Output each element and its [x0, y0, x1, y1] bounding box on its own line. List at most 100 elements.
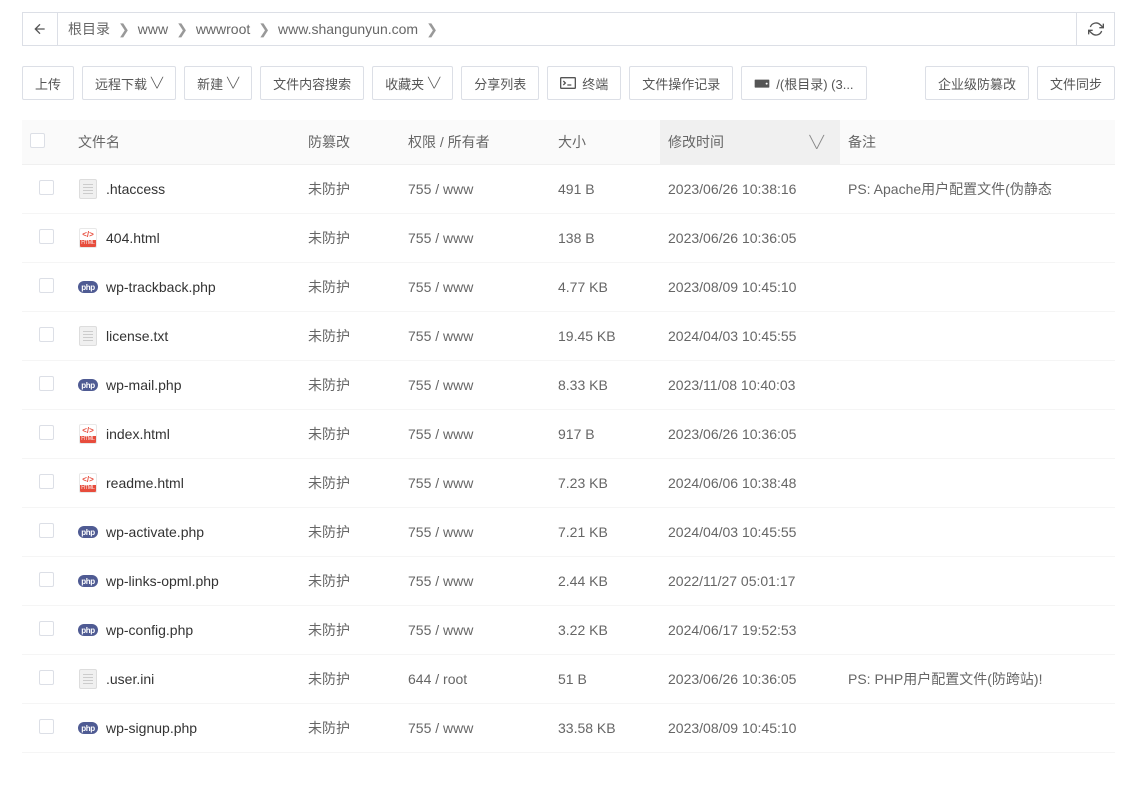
cell-protect[interactable]: 未防护 [300, 361, 400, 410]
cell-perm[interactable]: 755 / www [400, 557, 550, 606]
column-header-perm[interactable]: 权限 / 所有者 [400, 120, 550, 165]
row-checkbox[interactable] [39, 327, 54, 342]
table-row[interactable]: wp-config.php未防护755 / www3.22 KB2024/06/… [22, 606, 1115, 655]
cell-protect[interactable]: 未防护 [300, 263, 400, 312]
favorites-button[interactable]: 收藏夹╲╱ [372, 66, 453, 100]
table-row[interactable]: .user.ini未防护644 / root51 B2023/06/26 10:… [22, 655, 1115, 704]
file-name[interactable]: wp-mail.php [78, 375, 292, 395]
cell-perm[interactable]: 755 / www [400, 165, 550, 214]
cell-protect[interactable]: 未防护 [300, 655, 400, 704]
refresh-button[interactable] [1077, 12, 1115, 46]
cell-perm[interactable]: 755 / www [400, 508, 550, 557]
row-checkbox[interactable] [39, 621, 54, 636]
file-name[interactable]: readme.html [78, 473, 292, 493]
table-row[interactable]: .htaccess未防护755 / www491 B2023/06/26 10:… [22, 165, 1115, 214]
cell-remark[interactable] [840, 263, 1115, 312]
cell-protect[interactable]: 未防护 [300, 410, 400, 459]
file-ops-log-button[interactable]: 文件操作记录 [629, 66, 733, 100]
cell-size: 4.77 KB [550, 263, 660, 312]
column-header-name[interactable]: 文件名 [70, 120, 300, 165]
table-row[interactable]: license.txt未防护755 / www19.45 KB2024/04/0… [22, 312, 1115, 361]
upload-button[interactable]: 上传 [22, 66, 74, 100]
column-header-size[interactable]: 大小 [550, 120, 660, 165]
file-name[interactable]: index.html [78, 424, 292, 444]
cell-remark[interactable] [840, 361, 1115, 410]
file-name[interactable]: 404.html [78, 228, 292, 248]
file-name[interactable]: wp-activate.php [78, 522, 292, 542]
cell-perm[interactable]: 755 / www [400, 214, 550, 263]
file-name[interactable]: .user.ini [78, 669, 292, 689]
table-row[interactable]: readme.html未防护755 / www7.23 KB2024/06/06… [22, 459, 1115, 508]
table-row[interactable]: index.html未防护755 / www917 B2023/06/26 10… [22, 410, 1115, 459]
cell-protect[interactable]: 未防护 [300, 508, 400, 557]
cell-mtime: 2023/11/08 10:40:03 [660, 361, 840, 410]
breadcrumb[interactable]: 根目录 ❯ www ❯ wwwroot ❯ www.shangunyun.com… [58, 12, 1077, 46]
file-name[interactable]: wp-signup.php [78, 718, 292, 738]
cell-remark[interactable] [840, 704, 1115, 753]
cell-perm[interactable]: 755 / www [400, 361, 550, 410]
cell-perm[interactable]: 755 / www [400, 312, 550, 361]
file-name[interactable]: license.txt [78, 326, 292, 346]
share-list-button[interactable]: 分享列表 [461, 66, 539, 100]
cell-protect[interactable]: 未防护 [300, 312, 400, 361]
row-checkbox[interactable] [39, 719, 54, 734]
cell-remark[interactable] [840, 557, 1115, 606]
terminal-button[interactable]: 终端 [547, 66, 621, 100]
file-name[interactable]: wp-config.php [78, 620, 292, 640]
column-header-protect: 防篡改 [300, 120, 400, 165]
cell-perm[interactable]: 755 / www [400, 263, 550, 312]
cell-remark[interactable] [840, 606, 1115, 655]
cell-perm[interactable]: 755 / www [400, 606, 550, 655]
new-button[interactable]: 新建╲╱ [184, 66, 252, 100]
cell-protect[interactable]: 未防护 [300, 557, 400, 606]
row-checkbox[interactable] [39, 670, 54, 685]
cell-perm[interactable]: 755 / www [400, 459, 550, 508]
file-sync-button[interactable]: 文件同步 [1037, 66, 1115, 100]
file-name[interactable]: wp-trackback.php [78, 277, 292, 297]
content-search-button[interactable]: 文件内容搜索 [260, 66, 364, 100]
row-checkbox[interactable] [39, 180, 54, 195]
table-row[interactable]: wp-trackback.php未防护755 / www4.77 KB2023/… [22, 263, 1115, 312]
cell-protect[interactable]: 未防护 [300, 459, 400, 508]
table-row[interactable]: 404.html未防护755 / www138 B2023/06/26 10:3… [22, 214, 1115, 263]
remote-download-button[interactable]: 远程下载╲╱ [82, 66, 176, 100]
storage-button[interactable]: /(根目录) (3... [741, 66, 866, 100]
file-name[interactable]: .htaccess [78, 179, 292, 199]
cell-remark[interactable]: PS: PHP用户配置文件(防跨站)! [840, 655, 1115, 704]
cell-remark[interactable]: PS: Apache用户配置文件(伪静态 [840, 165, 1115, 214]
row-checkbox[interactable] [39, 572, 54, 587]
file-name[interactable]: wp-links-opml.php [78, 571, 292, 591]
column-header-mtime[interactable]: 修改时间╲╱ [660, 120, 840, 165]
cell-protect[interactable]: 未防护 [300, 214, 400, 263]
table-row[interactable]: wp-mail.php未防护755 / www8.33 KB2023/11/08… [22, 361, 1115, 410]
cell-remark[interactable] [840, 312, 1115, 361]
file-name-label: license.txt [106, 328, 168, 344]
row-checkbox[interactable] [39, 229, 54, 244]
cell-protect[interactable]: 未防护 [300, 606, 400, 655]
table-row[interactable]: wp-links-opml.php未防护755 / www2.44 KB2022… [22, 557, 1115, 606]
cell-protect[interactable]: 未防护 [300, 704, 400, 753]
table-row[interactable]: wp-activate.php未防护755 / www7.21 KB2024/0… [22, 508, 1115, 557]
enterprise-tamper-button[interactable]: 企业级防篡改 [925, 66, 1029, 100]
cell-perm[interactable]: 755 / www [400, 410, 550, 459]
table-row[interactable]: wp-signup.php未防护755 / www33.58 KB2023/08… [22, 704, 1115, 753]
cell-remark[interactable] [840, 410, 1115, 459]
cell-remark[interactable] [840, 459, 1115, 508]
row-checkbox[interactable] [39, 474, 54, 489]
breadcrumb-item[interactable]: 根目录 [68, 19, 110, 39]
file-name-label: readme.html [106, 475, 184, 491]
row-checkbox[interactable] [39, 425, 54, 440]
row-checkbox[interactable] [39, 523, 54, 538]
cell-remark[interactable] [840, 508, 1115, 557]
cell-protect[interactable]: 未防护 [300, 165, 400, 214]
cell-perm[interactable]: 644 / root [400, 655, 550, 704]
row-checkbox[interactable] [39, 376, 54, 391]
row-checkbox[interactable] [39, 278, 54, 293]
breadcrumb-item[interactable]: www.shangunyun.com [278, 21, 418, 37]
breadcrumb-item[interactable]: www [138, 21, 168, 37]
back-button[interactable] [22, 12, 58, 46]
cell-perm[interactable]: 755 / www [400, 704, 550, 753]
breadcrumb-item[interactable]: wwwroot [196, 21, 250, 37]
select-all-checkbox[interactable] [30, 133, 45, 148]
cell-remark[interactable] [840, 214, 1115, 263]
